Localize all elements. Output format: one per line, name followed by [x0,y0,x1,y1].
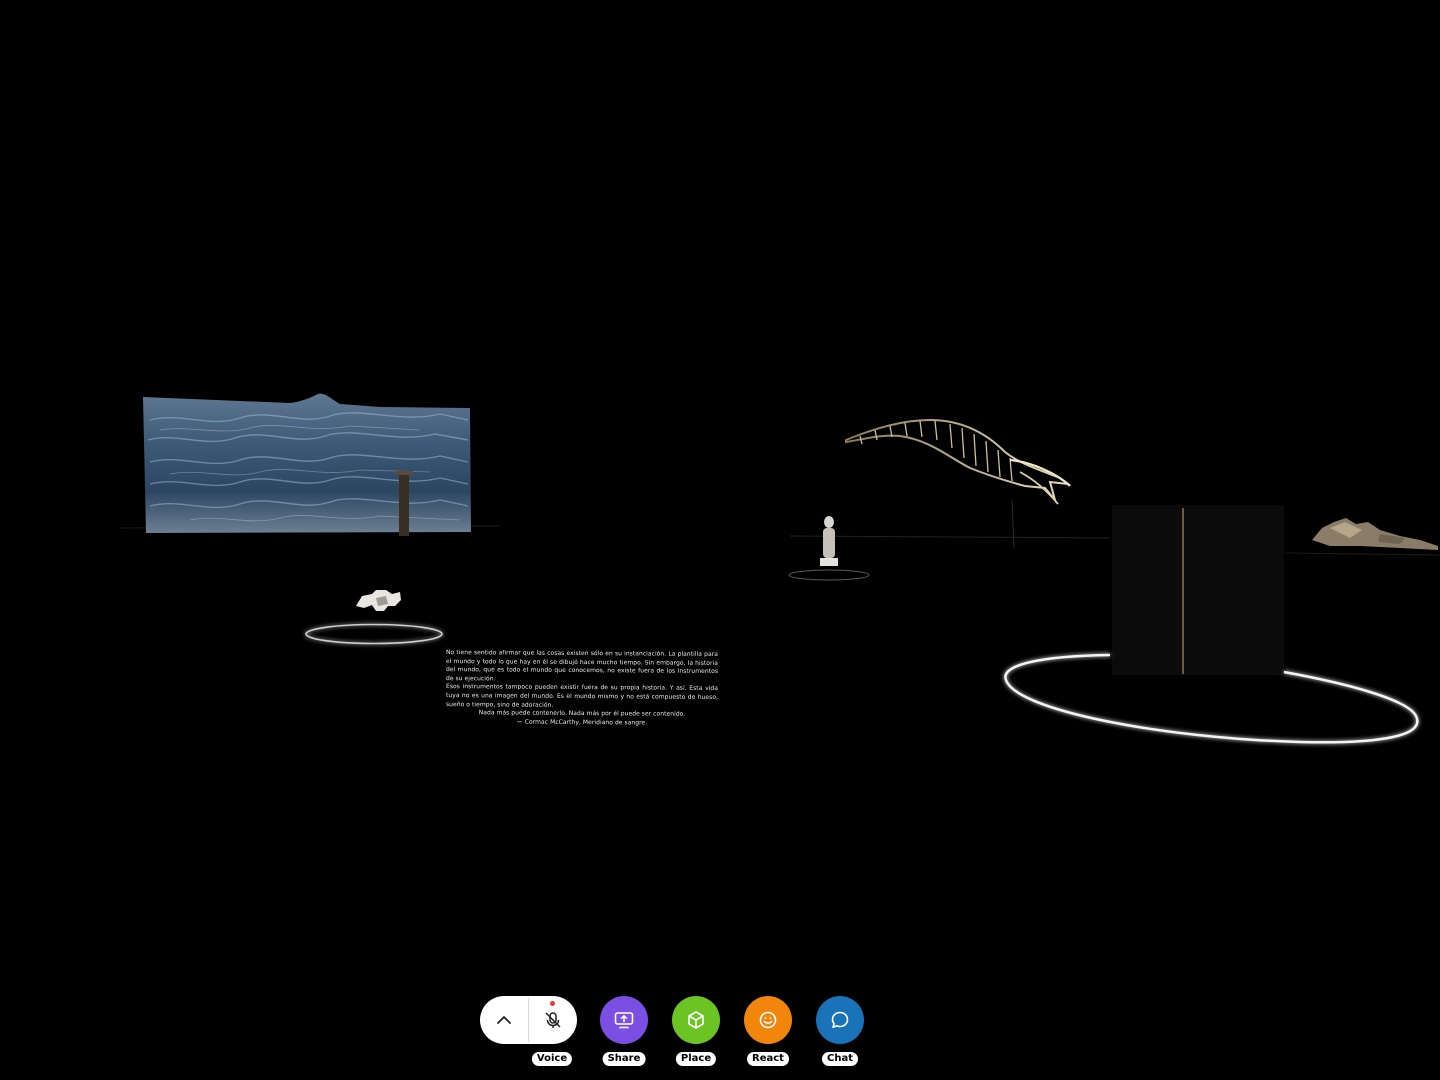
quote-panel: No tiene sentido afirmar que las cosas e… [446,649,718,728]
microphone-muted-icon [545,1012,561,1028]
left-sculpture [305,590,443,645]
share-button[interactable] [600,996,648,1044]
chat-button[interactable] [816,996,864,1044]
whale-skeleton [845,418,1072,549]
voice-control-pill [480,996,577,1044]
chat-bubble-icon [831,1011,849,1028]
cube-icon [688,1011,704,1029]
smiley-icon [759,1011,777,1029]
place-button[interactable] [672,996,720,1044]
3d-gallery-scene[interactable]: No tiene sentido afirmar que las cosas e… [0,0,1440,1080]
screen-share-icon [614,1012,634,1029]
quote-paragraph: Esos instrumentos tampoco pueden existir… [446,683,718,709]
ocean-video-screen [143,393,471,536]
chevron-up-icon [497,1016,511,1024]
react-button[interactable] [744,996,792,1044]
scene-artwork [119,393,1440,744]
voice-button[interactable] [529,996,577,1044]
small-statue [788,516,870,581]
quote-paragraph: No tiene sentido afirmar que las cosas e… [446,649,718,683]
expand-button[interactable] [480,996,528,1044]
right-rock-sculpture [1312,518,1438,550]
